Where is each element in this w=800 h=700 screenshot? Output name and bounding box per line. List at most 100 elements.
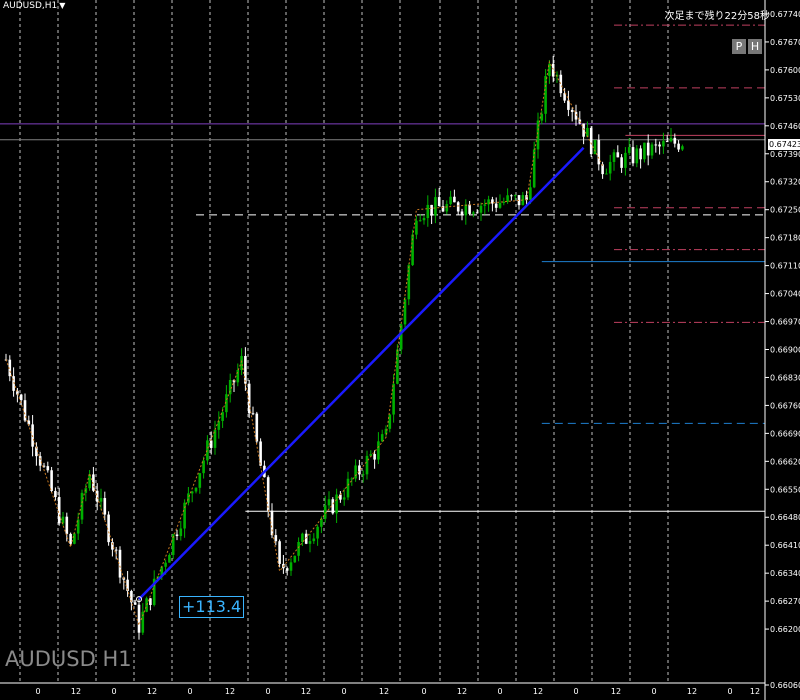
candle-body — [616, 152, 620, 158]
candle-body — [460, 211, 464, 216]
candle-body — [187, 493, 190, 503]
candle-body — [605, 173, 608, 175]
candle-body — [506, 195, 509, 202]
candle-body — [681, 146, 684, 150]
candle-body — [137, 604, 141, 633]
y-tick-label: 0.66060 — [770, 681, 800, 690]
candle-body — [559, 74, 563, 94]
candle-body — [373, 454, 376, 460]
candle-body — [103, 498, 107, 515]
candle-body — [335, 494, 338, 514]
candle-body — [415, 220, 418, 235]
candle-body — [168, 554, 171, 563]
candle-body — [293, 555, 297, 563]
price-chart[interactable]: 0.67740 0.67670 0.67600 0.67530 0.67460 0.673… — [0, 0, 800, 700]
candle-body — [308, 541, 312, 544]
candle-body — [529, 187, 532, 200]
x-tick-label: 0 — [265, 687, 270, 696]
candle-body — [255, 413, 259, 442]
y-tick-label: 0.66830 — [770, 373, 800, 382]
candle-body — [289, 562, 293, 571]
candle-body — [464, 204, 468, 216]
candle-body — [236, 370, 240, 383]
candle-body — [266, 477, 270, 511]
x-tick-label: 0 — [497, 687, 502, 696]
candle-body — [551, 63, 555, 77]
candle-body — [38, 456, 42, 466]
candle-body — [426, 204, 430, 219]
y-tick-label: 0.67530 — [770, 94, 800, 103]
y-tick-label: 0.67390 — [770, 150, 800, 159]
candle-body — [377, 441, 380, 460]
x-tick-label: 0 — [341, 687, 346, 696]
candle-body — [365, 455, 369, 475]
y-tick-label: 0.67180 — [770, 234, 800, 243]
candle-body — [620, 157, 623, 168]
x-tick-label: 12 — [379, 687, 389, 696]
candle-body — [312, 538, 316, 542]
y-tick-label: 0.66760 — [770, 401, 800, 410]
candle-body — [46, 466, 50, 471]
bar-countdown-label: 次足まで残り22分58秒 — [664, 11, 770, 22]
candle-body — [650, 144, 654, 156]
candle-body — [149, 598, 152, 605]
symbol-watermark: AUDUSD H1 — [5, 647, 132, 671]
candle-body — [456, 202, 460, 212]
candle-body — [346, 478, 350, 498]
y-tick-label: 0.67040 — [770, 290, 800, 299]
x-tick-label: 12 — [147, 687, 157, 696]
y-tick-label: 0.67600 — [770, 66, 800, 75]
candle-body — [145, 598, 148, 612]
candle-body — [589, 127, 593, 155]
y-tick-label: 0.66620 — [770, 457, 800, 466]
candle-body — [27, 420, 31, 425]
candle-body — [114, 549, 118, 551]
candle-body — [669, 137, 673, 142]
x-tick-label: 12 — [457, 687, 467, 696]
y-tick-label: 0.66410 — [770, 541, 800, 550]
x-tick-label: 0 — [421, 687, 426, 696]
candle-body — [673, 137, 677, 144]
candle-body — [285, 568, 289, 571]
y-tick-label: 0.66970 — [770, 318, 800, 327]
candle-body — [209, 440, 213, 448]
candle-body — [570, 109, 574, 112]
candle-body — [593, 139, 597, 155]
p-button[interactable]: P — [732, 39, 746, 54]
h-button[interactable]: H — [748, 39, 762, 54]
x-tick-label: 12 — [687, 687, 697, 696]
y-tick-label: 0.66480 — [770, 513, 800, 522]
candle-body — [297, 541, 300, 556]
candle-body — [198, 473, 202, 488]
candle-body — [472, 212, 475, 214]
candle-body — [646, 142, 650, 156]
candle-body — [88, 474, 91, 489]
candle-body — [259, 441, 262, 466]
candle-body — [331, 499, 335, 514]
x-tick-label: 0 — [573, 687, 578, 696]
candle-body — [392, 383, 395, 415]
chart-symbol-title: AUDUSD,H1 ▼ — [3, 1, 65, 11]
candle-body — [369, 454, 373, 456]
x-tick-label: 0 — [651, 687, 656, 696]
candle-body — [358, 465, 361, 475]
candle-body — [665, 141, 669, 143]
x-tick-label: 12 — [611, 687, 621, 696]
candle-body — [388, 414, 392, 429]
candle-body — [251, 413, 255, 415]
candle-body — [612, 152, 616, 162]
y-tick-label: 0.67670 — [770, 38, 800, 47]
candle-body — [624, 152, 627, 168]
candle-body — [65, 516, 69, 534]
candle-body — [445, 204, 449, 212]
candle-body — [540, 113, 544, 121]
y-tick-label: 0.67460 — [770, 122, 800, 131]
y-tick-label: 0.66900 — [770, 345, 800, 354]
candle-body — [95, 490, 99, 502]
candle-body — [468, 204, 471, 214]
candle-body — [677, 143, 680, 150]
y-tick-label: 0.66340 — [770, 569, 800, 578]
candle-body — [662, 141, 665, 147]
dropdown-triangle-icon[interactable]: ▼ — [59, 1, 65, 10]
y-tick-label: 0.66200 — [770, 625, 800, 634]
